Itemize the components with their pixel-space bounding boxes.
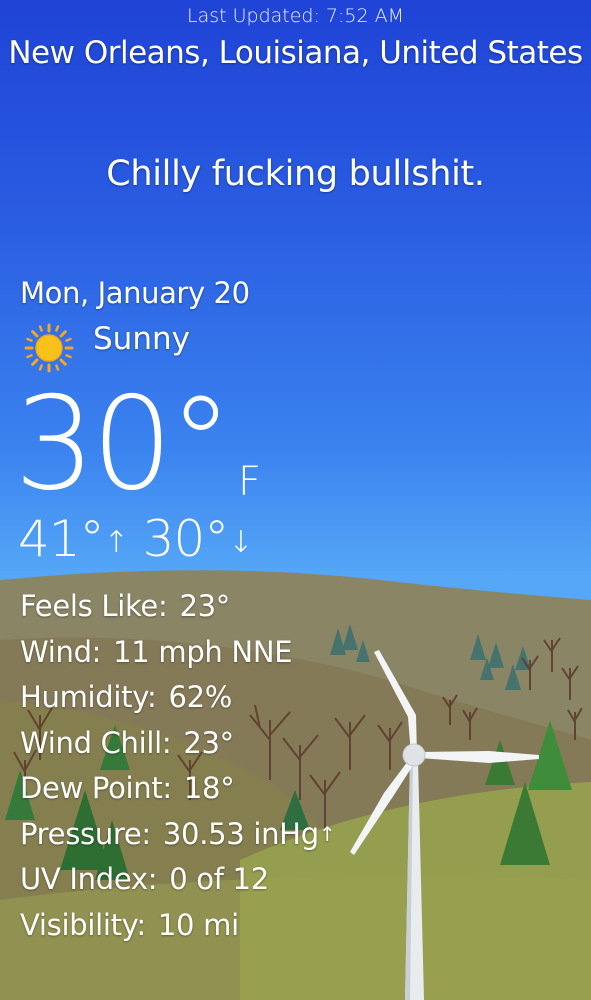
weather-details-list: Feels Like: 23° Wind: 11 mph NNE Humidity:…	[20, 587, 336, 952]
detail-wind: Wind: 11 mph NNE	[20, 633, 335, 679]
detail-wind-chill: Wind Chill: 23°	[20, 724, 335, 770]
current-temperature: 30°	[14, 370, 233, 519]
detail-visibility: Visibility: 10 mi	[20, 906, 335, 952]
low-temperature: 30°	[142, 510, 230, 568]
detail-humidity: Humidity: 62%	[20, 678, 335, 724]
detail-value: 23°	[183, 725, 234, 760]
condition-label: Sunny	[93, 321, 190, 357]
last-updated-label: Last Updated: 7:52 AM	[186, 5, 405, 27]
high-low-temperatures: 41°↑ 30°↓	[18, 510, 253, 568]
detail-value: 10 mi	[157, 907, 239, 942]
detail-label: Pressure:	[20, 816, 151, 851]
detail-value: 23°	[179, 589, 230, 623]
detail-value: 62%	[168, 680, 233, 714]
detail-value: 11 mph NNE	[113, 634, 293, 669]
detail-label: Visibility:	[20, 907, 146, 942]
detail-dew-point: Dew Point: 18°	[20, 769, 335, 815]
temperature-unit[interactable]: F	[238, 459, 261, 505]
detail-feels-like: Feels Like: 23°	[20, 587, 335, 633]
weather-headline: Chilly fucking bullshit.	[106, 154, 485, 194]
sun-icon	[24, 323, 74, 373]
high-arrow-icon: ↑	[103, 525, 129, 560]
detail-value: 0 of 12	[169, 862, 269, 896]
detail-pressure: Pressure: 30.53 inHg↑	[20, 815, 336, 861]
detail-label: Dew Point:	[20, 771, 172, 805]
high-temperature: 41°	[18, 510, 105, 568]
detail-uv-index: UV Index: 0 of 12	[20, 860, 335, 906]
detail-label: Humidity:	[20, 680, 157, 714]
detail-label: Feels Like:	[20, 589, 168, 623]
detail-label: Wind Chill:	[20, 725, 172, 760]
detail-value: 30.53 inHg	[162, 816, 319, 851]
current-date: Mon, January 20	[20, 276, 250, 310]
detail-label: UV Index:	[20, 862, 158, 896]
low-arrow-icon: ↓	[228, 525, 253, 560]
location-title[interactable]: New Orleans, Louisiana, United States	[0, 35, 591, 71]
pressure-trend-arrow-icon: ↑	[318, 821, 336, 846]
detail-label: Wind:	[20, 634, 102, 669]
detail-value: 18°	[183, 771, 235, 805]
